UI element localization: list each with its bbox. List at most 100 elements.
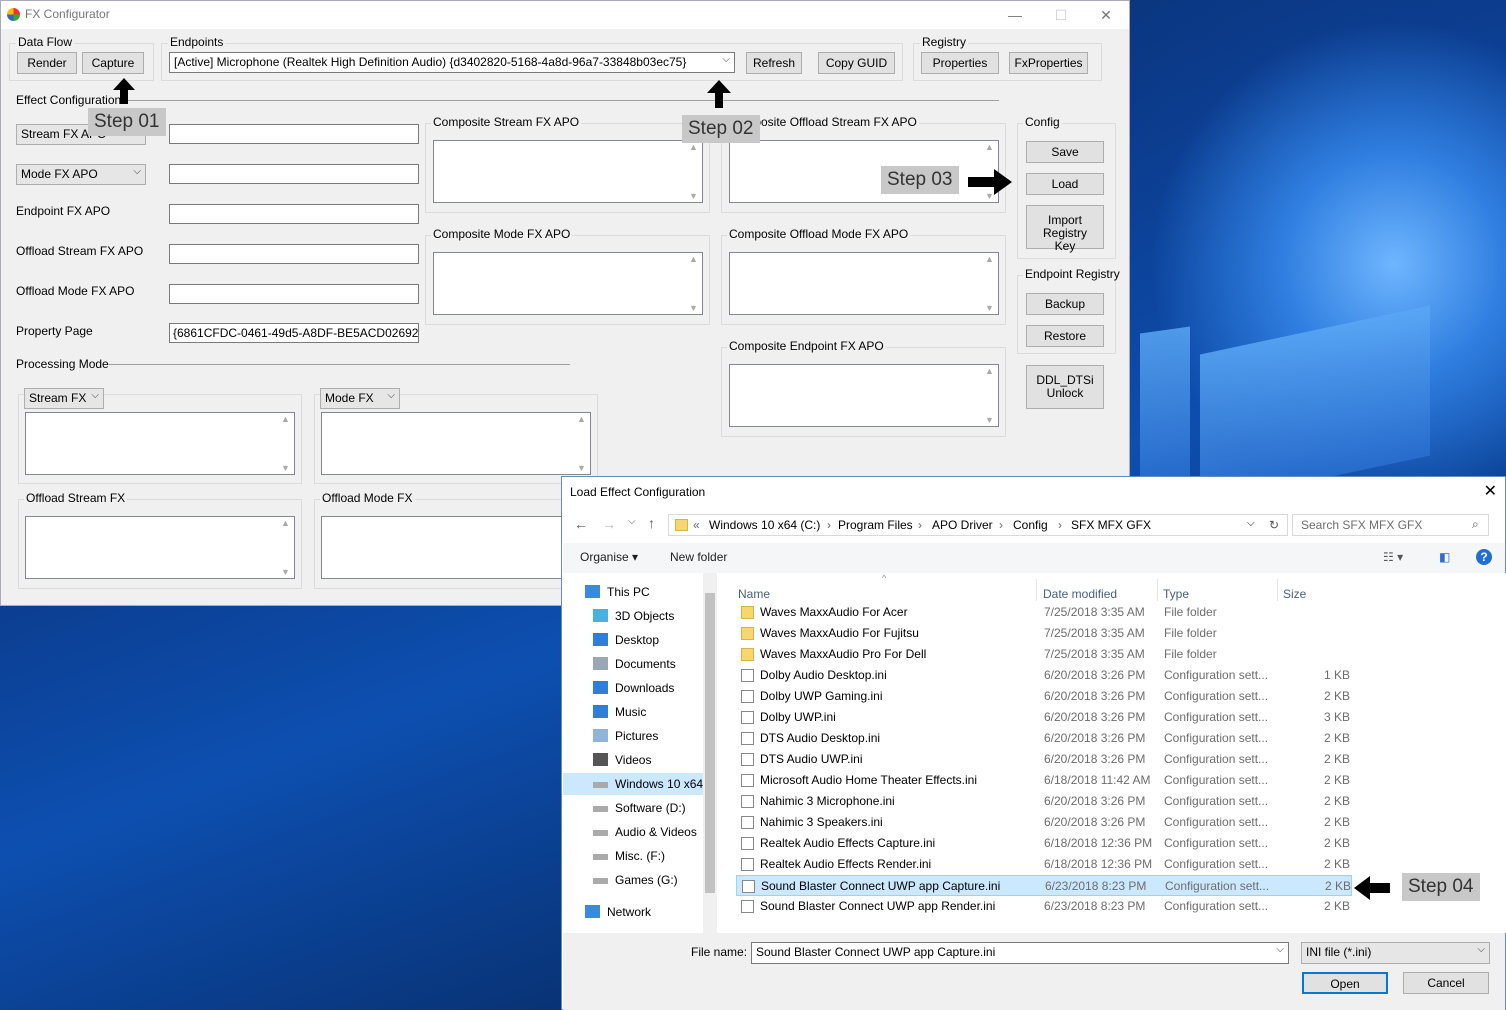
nav-item[interactable]: Downloads xyxy=(563,677,703,699)
scrollbar[interactable]: ▲ ▼ xyxy=(685,253,702,314)
mode-fx-apo-input[interactable] xyxy=(169,164,419,184)
nav-item[interactable]: Misc. (F:) xyxy=(563,845,703,867)
scrollbar[interactable]: ▲ ▼ xyxy=(685,141,702,202)
navigation-scrollbar[interactable] xyxy=(703,573,717,933)
search-input[interactable]: Search SFX MFX GFX xyxy=(1292,514,1489,536)
file-type-select[interactable]: INI file (*.ini) ⌵ xyxy=(1301,942,1490,964)
breadcrumb-program-files[interactable]: Program Files xyxy=(838,518,913,532)
load-button[interactable]: Load xyxy=(1026,173,1104,195)
chevron-down-icon[interactable]: ⌵ xyxy=(1247,518,1255,529)
scrollbar[interactable]: ▲ ▼ xyxy=(981,365,998,426)
refresh-button[interactable]: Refresh xyxy=(746,52,802,74)
minimize-button[interactable]: — xyxy=(1000,5,1030,25)
nav-item[interactable]: Games (G:) xyxy=(563,869,703,891)
scrollbar[interactable]: ▲ ▼ xyxy=(277,517,294,578)
scrollbar[interactable]: ▲ ▼ xyxy=(573,413,590,474)
import-registry-key-button[interactable]: Import Registry Key xyxy=(1026,205,1104,253)
up-arrow-icon[interactable]: ↑ xyxy=(648,515,655,531)
scrollbar[interactable]: ▲ ▼ xyxy=(277,413,294,474)
file-row[interactable]: Waves MaxxAudio Pro For Dell 7/25/2018 3:… xyxy=(736,644,1352,665)
composite-mode-list[interactable]: ▲ ▼ xyxy=(433,252,703,315)
file-row[interactable]: Nahimic 3 Speakers.ini 6/20/2018 3:26 PM C… xyxy=(736,812,1352,833)
back-arrow-icon[interactable]: ← xyxy=(574,516,588,532)
save-button[interactable]: Save xyxy=(1026,141,1104,163)
mode-fx-list[interactable]: ▲ ▼ xyxy=(321,412,591,475)
capture-button[interactable]: Capture xyxy=(82,52,144,74)
nav-item[interactable]: This PC xyxy=(563,581,703,603)
composite-offload-mode-list[interactable]: ▲ ▼ xyxy=(729,252,999,315)
offload-stream-fx-list[interactable]: ▲ ▼ xyxy=(25,516,295,579)
backup-button[interactable]: Backup xyxy=(1026,293,1104,315)
view-options-icon[interactable]: ☷ ▾ xyxy=(1383,550,1403,564)
composite-endpoint-list[interactable]: ▲ ▼ xyxy=(729,364,999,427)
offload-stream-fx-apo-input[interactable] xyxy=(169,244,419,264)
cancel-button[interactable]: Cancel xyxy=(1403,972,1489,994)
file-row[interactable]: Waves MaxxAudio For Fujitsu 7/25/2018 3:3… xyxy=(736,623,1352,644)
address-bar[interactable]: « Windows 10 x64 (C:) › Program Files › … xyxy=(668,514,1288,536)
offload-mode-fx-list[interactable] xyxy=(321,516,591,579)
composite-offload-stream-list[interactable]: ▲ ▼ xyxy=(729,140,999,203)
nav-item[interactable]: Network xyxy=(563,901,703,923)
breadcrumb-sfx-mfx-gfx[interactable]: SFX MFX GFX xyxy=(1071,518,1151,532)
nav-item[interactable]: Music xyxy=(563,701,703,723)
property-page-input[interactable]: {6861CFDC-0461-49d5-A8DF-BE5ACD02692F} xyxy=(169,323,419,343)
file-row[interactable]: Realtek Audio Effects Render.ini 6/18/201… xyxy=(736,854,1352,875)
composite-stream-list[interactable]: ▲ ▼ xyxy=(433,140,703,203)
file-row[interactable]: DTS Audio UWP.ini 6/20/2018 3:26 PM Config… xyxy=(736,749,1352,770)
endpoint-fx-apo-input[interactable] xyxy=(169,204,419,224)
preview-pane-icon[interactable]: ◧ xyxy=(1439,550,1450,564)
file-row[interactable]: Microsoft Audio Home Theater Effects.ini… xyxy=(736,770,1352,791)
file-row[interactable]: Realtek Audio Effects Capture.ini 6/18/20… xyxy=(736,833,1352,854)
help-icon[interactable]: ? xyxy=(1476,549,1492,565)
stream-fx-list[interactable]: ▲ ▼ xyxy=(25,412,295,475)
scrollbar[interactable]: ▲ ▼ xyxy=(981,253,998,314)
column-size[interactable]: Size xyxy=(1283,587,1306,601)
properties-button[interactable]: Properties xyxy=(921,52,999,74)
copy-guid-button[interactable]: Copy GUID xyxy=(818,52,895,74)
nav-item[interactable]: Pictures xyxy=(563,725,703,747)
file-row[interactable]: Waves MaxxAudio For Acer 7/25/2018 3:35 A… xyxy=(736,602,1352,623)
endpoint-select[interactable]: [Active] Microphone (Realtek High Defini… xyxy=(169,52,735,73)
file-row[interactable]: Dolby UWP Gaming.ini 6/20/2018 3:26 PM Con… xyxy=(736,686,1352,707)
file-row[interactable]: Dolby UWP.ini 6/20/2018 3:26 PM Configurat… xyxy=(736,707,1352,728)
column-type[interactable]: Type xyxy=(1163,587,1189,601)
file-row[interactable]: Nahimic 3 Microphone.ini 6/20/2018 3:26 P… xyxy=(736,791,1352,812)
nav-item[interactable]: Videos xyxy=(563,749,703,771)
nav-item[interactable]: Windows 10 x64 xyxy=(563,773,703,795)
breadcrumb-config[interactable]: Config xyxy=(1013,518,1048,532)
render-button[interactable]: Render xyxy=(17,52,77,74)
breadcrumb-overflow[interactable]: « xyxy=(693,518,700,532)
file-row[interactable]: Sound Blaster Connect UWP app Render.ini… xyxy=(736,896,1352,917)
open-button[interactable]: Open xyxy=(1302,972,1388,994)
breadcrumb-drive[interactable]: Windows 10 x64 (C:) xyxy=(709,518,820,532)
offload-mode-fx-apo-input[interactable] xyxy=(169,284,419,304)
scrollbar-thumb[interactable] xyxy=(705,593,715,893)
mode-fx-apo-select[interactable]: Mode FX APO ⌵ xyxy=(16,164,146,185)
restore-button[interactable]: Restore xyxy=(1026,325,1104,347)
breadcrumb-apo-driver[interactable]: APO Driver xyxy=(932,518,993,532)
file-row[interactable]: DTS Audio Desktop.ini 6/20/2018 3:26 PM Co… xyxy=(736,728,1352,749)
refresh-icon[interactable]: ↻ xyxy=(1269,518,1279,532)
close-button[interactable]: ✕ xyxy=(1091,5,1121,25)
file-row[interactable]: Dolby Audio Desktop.ini 6/20/2018 3:26 PM… xyxy=(736,665,1352,686)
organise-button[interactable]: Organise ▾ xyxy=(580,550,638,564)
recent-locations-chevron-icon[interactable]: ⌵ xyxy=(628,516,636,527)
column-date-modified[interactable]: Date modified xyxy=(1043,587,1117,601)
ddl-dtsi-unlock-button[interactable]: DDL_DTSi Unlock xyxy=(1026,365,1104,409)
nav-item[interactable]: Software (D:) xyxy=(563,797,703,819)
file-row[interactable]: Sound Blaster Connect UWP app Capture.in… xyxy=(736,875,1352,896)
maximize-button[interactable]: ☐ xyxy=(1046,5,1076,25)
nav-item[interactable]: Audio & Videos xyxy=(563,821,703,843)
column-name[interactable]: Name xyxy=(738,587,770,601)
nav-item[interactable]: Documents xyxy=(563,653,703,675)
nav-item[interactable]: Desktop xyxy=(563,629,703,651)
forward-arrow-icon[interactable]: → xyxy=(602,516,616,532)
fxproperties-button[interactable]: FxProperties xyxy=(1009,52,1088,74)
stream-fx-apo-input[interactable] xyxy=(169,124,419,144)
nav-item[interactable]: 3D Objects xyxy=(563,605,703,627)
new-folder-button[interactable]: New folder xyxy=(670,550,727,564)
stream-fx-select[interactable]: Stream FX ⌵ xyxy=(24,388,104,409)
dialog-close-button[interactable]: ✕ xyxy=(1484,481,1497,501)
file-name-input[interactable]: Sound Blaster Connect UWP app Capture.in… xyxy=(751,942,1289,964)
mode-fx-select[interactable]: Mode FX ⌵ xyxy=(320,388,400,409)
